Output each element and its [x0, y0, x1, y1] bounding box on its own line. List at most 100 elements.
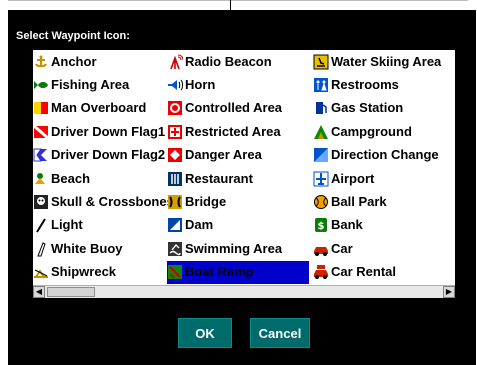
waypoint-option[interactable]: Dam: [167, 214, 309, 237]
light-icon: [33, 217, 49, 233]
restrooms-icon: [313, 77, 329, 93]
bank-icon: $: [313, 217, 329, 233]
ok-button[interactable]: OK: [178, 318, 232, 348]
skull-crossbones-icon: [33, 194, 49, 210]
waypoint-option-label: Driver Down Flag2: [51, 147, 166, 163]
waypoint-option[interactable]: Radio Beacon: [167, 50, 309, 73]
direction-change-icon: [313, 147, 329, 163]
waypoint-icon-list[interactable]: Anchor Fishing Area Man Overboard Driver Do…: [33, 50, 455, 285]
waypoint-option[interactable]: Driver Down Flag2: [33, 144, 165, 167]
waypoint-option[interactable]: Restaurant: [167, 167, 309, 190]
gas-station-icon: [313, 100, 329, 116]
top-divider: [230, 0, 231, 10]
waypoint-option-label: Car: [331, 240, 353, 256]
waypoint-option-label: White Buoy: [51, 240, 123, 256]
waypoint-option-label: Anchor: [51, 53, 97, 69]
waypoint-option-label: Horn: [185, 76, 216, 92]
waypoint-option[interactable]: Fishing Area: [33, 73, 165, 96]
waypoint-option-label: Bridge: [185, 193, 227, 209]
svg-text:$: $: [318, 221, 325, 232]
waypoint-option[interactable]: Skull & Crossbones: [33, 190, 174, 213]
waypoint-option[interactable]: Anchor: [33, 50, 165, 73]
waypoint-option[interactable]: Gas Station: [313, 97, 453, 120]
waypoint-option[interactable]: Bridge: [167, 190, 309, 213]
waypoint-option-label: Water Skiing Area: [331, 53, 442, 69]
waypoint-option-label: Restaurant: [185, 170, 253, 186]
ball-park-icon: [313, 194, 329, 210]
water-skiing-icon: [313, 54, 329, 70]
restaurant-icon: [167, 171, 183, 187]
airport-icon: [313, 171, 329, 187]
waypoint-option[interactable]: Horn: [167, 73, 309, 96]
waypoint-option[interactable]: Shipwreck: [33, 261, 165, 284]
diver-down-flag2-icon: [33, 147, 49, 163]
beach-icon: [33, 171, 49, 187]
waypoint-option-label: Skull & Crossbones: [51, 193, 174, 209]
waypoint-option[interactable]: Restrooms: [313, 73, 453, 96]
car-icon: [313, 241, 329, 257]
waypoint-option[interactable]: Driver Down Flag1: [33, 120, 165, 143]
waypoint-option-label: Restricted Area: [185, 123, 281, 139]
man-overboard-flag-icon: [33, 100, 49, 116]
car-rental-icon: [313, 264, 329, 280]
waypoint-option-label: Airport: [331, 170, 375, 186]
cancel-button[interactable]: Cancel: [250, 318, 310, 348]
waypoint-option-label: Ball Park: [331, 193, 387, 209]
waypoint-option-label: Dam: [185, 217, 214, 233]
fish-icon: [33, 77, 49, 93]
scroll-left-arrow-icon[interactable]: ◀: [33, 286, 45, 298]
waypoint-option-label: Direction Change: [331, 147, 439, 163]
waypoint-option-label: Danger Area: [185, 147, 262, 163]
waypoint-option-label: Controlled Area: [185, 100, 283, 116]
waypoint-option[interactable]: White Buoy: [33, 237, 165, 260]
dam-icon: [167, 217, 183, 233]
waypoint-option-label: Radio Beacon: [185, 53, 272, 69]
waypoint-option[interactable]: Direction Change: [313, 144, 453, 167]
horn-icon: [167, 77, 183, 93]
restricted-area-icon: [167, 124, 183, 140]
diver-down-flag1-icon: [33, 124, 49, 140]
waypoint-option[interactable]: Campground: [313, 120, 453, 143]
waypoint-option[interactable]: Car: [313, 237, 453, 260]
waypoint-option[interactable]: Beach: [33, 167, 165, 190]
bridge-icon: [167, 194, 183, 210]
waypoint-option[interactable]: Danger Area: [167, 144, 309, 167]
dialog-title: Select Waypoint Icon:: [16, 30, 130, 42]
radio-beacon-icon: [167, 54, 184, 70]
swimming-area-icon: [167, 241, 183, 257]
waypoint-option-label: Light: [51, 217, 83, 233]
controlled-area-icon: [167, 100, 183, 116]
waypoint-option-label: Driver Down Flag1: [51, 123, 166, 139]
shipwreck-icon: [33, 264, 49, 280]
waypoint-option[interactable]: Swimming Area: [167, 237, 309, 260]
waypoint-option-label: Man Overboard: [51, 100, 147, 116]
waypoint-option-label: Campground: [331, 123, 412, 139]
waypoint-option-label: Swimming Area: [185, 240, 283, 256]
anchor-icon: [33, 54, 49, 70]
waypoint-option-label: Fishing Area: [51, 76, 130, 92]
waypoint-option[interactable]: Ball Park: [313, 190, 453, 213]
waypoint-option-label: Bank: [331, 217, 363, 233]
campground-icon: [313, 124, 329, 140]
waypoint-option[interactable]: $ Bank: [313, 214, 453, 237]
top-border: [8, 0, 468, 1]
waypoint-option-label: Boat Ramp: [185, 264, 254, 280]
waypoint-option[interactable]: Restricted Area: [167, 120, 309, 143]
waypoint-option-label: Car Rental: [331, 264, 397, 280]
scrollbar-thumb[interactable]: [47, 287, 95, 297]
waypoint-option-label: Shipwreck: [51, 264, 117, 280]
waypoint-option[interactable]: Controlled Area: [167, 97, 309, 120]
waypoint-option-label: Beach: [51, 170, 91, 186]
waypoint-option-label: Restrooms: [331, 76, 399, 92]
waypoint-option[interactable]: Boat Ramp: [167, 260, 309, 284]
waypoint-option[interactable]: Airport: [313, 167, 453, 190]
scroll-right-arrow-icon[interactable]: ▶: [443, 286, 455, 298]
waypoint-option[interactable]: Water Skiing Area: [313, 50, 453, 73]
waypoint-option[interactable]: Man Overboard: [33, 97, 165, 120]
waypoint-option[interactable]: Car Rental: [313, 261, 453, 284]
waypoint-option[interactable]: Light: [33, 214, 165, 237]
white-buoy-icon: [33, 241, 49, 257]
boat-ramp-icon: [167, 264, 183, 280]
danger-area-icon: [167, 147, 183, 163]
horizontal-scrollbar[interactable]: ◀ ▶: [33, 285, 455, 298]
